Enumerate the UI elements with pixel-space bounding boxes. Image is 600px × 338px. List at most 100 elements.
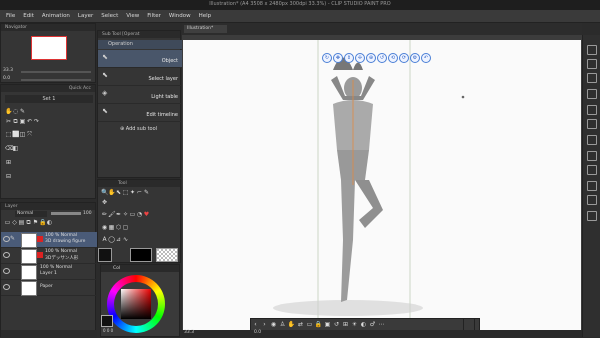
ref-layer-icon[interactable]: ⚑ (32, 219, 39, 226)
next-icon[interactable]: › (260, 319, 269, 330)
new-layer-icon[interactable]: ⊞ (5, 159, 12, 166)
invert-icon[interactable]: ◫ (19, 131, 26, 138)
status-rotation[interactable]: 0.0 (254, 330, 261, 335)
shadow-icon[interactable]: ◐ (359, 319, 368, 330)
opacity-slider[interactable] (51, 212, 81, 215)
prev-icon[interactable]: ‹ (251, 319, 260, 330)
clear-icon[interactable]: ⌫ (5, 145, 13, 152)
mask-icon[interactable]: ◐ (46, 219, 53, 226)
menu-animation[interactable]: Animation (38, 10, 74, 22)
fill-icon[interactable]: ◧ (12, 145, 19, 152)
hand-icon[interactable]: ✋ (5, 108, 12, 115)
side-button-9[interactable] (587, 165, 597, 175)
menu-layer[interactable]: Layer (74, 10, 97, 22)
transparent-color-swatch[interactable] (156, 248, 178, 262)
navigator-zoom[interactable]: 33.3 (3, 68, 13, 73)
eraser-icon[interactable]: ▭ (129, 211, 136, 218)
side-button-1[interactable] (587, 45, 597, 55)
layer-row-paper[interactable]: Paper (1, 280, 97, 296)
copy-icon[interactable]: ⧉ (12, 118, 19, 125)
deselect-icon[interactable]: ⬜ (12, 131, 19, 138)
new-raster-layer-icon[interactable]: ▭ (4, 219, 11, 226)
ground-icon[interactable]: ▭ (305, 319, 314, 330)
register-icon[interactable]: ⊞ (341, 319, 350, 330)
hue-ring[interactable] (107, 275, 165, 333)
sub-tool-light-table[interactable]: ◈ Light table (98, 86, 182, 104)
airbrush-icon[interactable]: ✒ (115, 211, 122, 218)
pan-camera-icon[interactable]: ✥ (333, 53, 343, 63)
lock-icon[interactable]: 🔒 (39, 219, 46, 226)
navigator-preview[interactable] (31, 36, 67, 60)
main-color-indicator[interactable] (101, 315, 113, 327)
new-folder-icon[interactable]: ▤ (18, 219, 25, 226)
cut-icon[interactable]: ✂ (5, 118, 12, 125)
pencil-icon[interactable]: ✏ (101, 211, 108, 218)
clip-layer-icon[interactable]: ⧉ (25, 219, 32, 226)
layer-row-3d-figure[interactable]: ✎ 100 % Normal 3D drawing figure (1, 232, 97, 248)
sub-tool-select-layer[interactable]: ⬉ Select layer (98, 68, 182, 86)
paper[interactable] (183, 40, 581, 330)
navigator-rotate[interactable]: 0.0 (3, 76, 10, 81)
paste-icon[interactable]: ▣ (19, 118, 26, 125)
decoration-icon[interactable]: ✧ (122, 211, 129, 218)
move-object-icon[interactable]: ✢ (355, 53, 365, 63)
side-button-11[interactable] (587, 195, 597, 205)
3d-figure-drawing[interactable] (183, 40, 581, 330)
figure-icon[interactable]: ⬡ (115, 224, 122, 231)
add-sub-tool-button[interactable]: ⊕ Add sub tool (120, 126, 157, 132)
new-vector-layer-icon[interactable]: ◇ (11, 219, 18, 226)
menu-window[interactable]: Window (165, 10, 195, 22)
reset-icon[interactable]: ↶ (421, 53, 431, 63)
auto-select-icon[interactable]: ✦ (129, 189, 136, 196)
heart-icon[interactable]: ♥ (143, 211, 150, 218)
balloon-icon[interactable]: ◯ (108, 236, 115, 243)
quick-access-set[interactable]: Set 1 (5, 95, 93, 103)
hand-pose-icon[interactable]: ✋ (287, 319, 296, 330)
side-button-3[interactable] (587, 73, 597, 83)
move-layer-icon[interactable]: ✥ (101, 199, 108, 206)
flip-icon[interactable]: ⇄ (296, 319, 305, 330)
zoom-slider[interactable] (21, 71, 91, 73)
body-shape-icon[interactable]: ♂ (368, 319, 377, 330)
canvas-tab[interactable]: Illustration* (184, 25, 227, 33)
correct-line-icon[interactable]: ∿ (122, 236, 129, 243)
main-color-swatch[interactable] (98, 248, 112, 262)
visibility-eye-icon[interactable] (3, 284, 10, 290)
text-tool-icon[interactable]: A (101, 236, 108, 243)
pose-icon[interactable]: ♙ (278, 319, 287, 330)
select-tool-icon[interactable]: ⬉ (115, 189, 122, 196)
brush-icon[interactable]: 🖌 (108, 211, 116, 218)
rotate-x-icon[interactable]: ⟲ (388, 53, 398, 63)
menu-help[interactable]: Help (195, 10, 216, 22)
side-button-10[interactable] (587, 181, 597, 191)
reset-pose-icon[interactable]: ↺ (332, 319, 341, 330)
select-all-icon[interactable]: ⬚ (5, 131, 12, 138)
frame-icon[interactable]: ▢ (122, 224, 129, 231)
side-button-8[interactable] (587, 151, 597, 161)
gradient-icon[interactable]: ▦ (108, 224, 115, 231)
sub-tool-object[interactable]: ⬉ Object (98, 50, 182, 68)
layer-row-3d-figure-jp[interactable]: 100 % Normal 3Dデッサン人形 (1, 248, 97, 264)
sub-tool-tab[interactable]: Sub Tool [Operat (98, 31, 180, 38)
saturation-value-square[interactable] (121, 289, 151, 319)
menu-view[interactable]: View (122, 10, 143, 22)
visibility-eye-icon[interactable] (3, 252, 10, 258)
rotate-object-icon[interactable]: ↺ (377, 53, 387, 63)
sub-tool-edit-timeline[interactable]: ⬉ Edit timeline (98, 104, 182, 122)
light-icon[interactable]: ☀ (350, 319, 359, 330)
side-button-4[interactable] (587, 89, 597, 99)
fill-tool-icon[interactable]: ◉ (101, 224, 108, 231)
lasso-icon[interactable]: ◌ (12, 108, 19, 115)
layer-row-layer-1[interactable]: 100 % Normal Layer 1 (1, 264, 97, 280)
quick-access-tab[interactable]: Quick Acc (1, 85, 95, 92)
ruler-icon[interactable]: ⊿ (115, 236, 122, 243)
menu-filter[interactable]: Filter (143, 10, 165, 22)
side-button-7[interactable] (587, 135, 597, 145)
visibility-eye-icon[interactable] (3, 236, 10, 242)
blend-icon[interactable]: ◔ (136, 211, 143, 218)
rotate-slider[interactable] (21, 79, 91, 81)
pen-tool-icon[interactable]: ✎ (143, 189, 150, 196)
eyedropper-icon[interactable]: ⌐ (136, 189, 143, 196)
side-button-12[interactable] (587, 211, 597, 221)
blend-mode-select[interactable]: Normal (15, 211, 47, 217)
